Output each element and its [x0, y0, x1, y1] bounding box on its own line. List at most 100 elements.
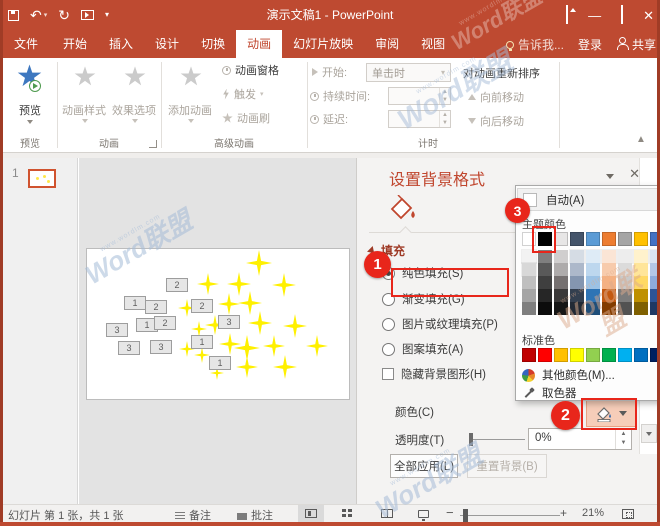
animation-order-tag[interactable]: 3	[150, 340, 172, 354]
theme-variant-swatch[interactable]	[602, 276, 616, 289]
standard-color-swatch[interactable]	[554, 348, 568, 362]
share-button[interactable]: 共享	[616, 36, 656, 53]
star-shape[interactable]	[283, 314, 307, 338]
theme-variant-swatch[interactable]	[538, 289, 552, 302]
theme-variant-swatch[interactable]	[602, 250, 616, 263]
spinner-icons[interactable]: ▲▼	[615, 429, 631, 449]
animation-styles-button[interactable]: 动画样式	[62, 102, 106, 118]
move-earlier-button[interactable]: 向前移动	[468, 89, 524, 105]
star-shape[interactable]	[227, 272, 251, 296]
animation-order-tag[interactable]: 3	[118, 341, 140, 355]
star-shape[interactable]	[194, 347, 210, 363]
animation-order-tag[interactable]: 1	[191, 335, 213, 349]
duration-input[interactable]: ▲▼	[388, 87, 451, 105]
star-shape[interactable]	[236, 356, 258, 378]
dialog-launcher-icon[interactable]	[149, 140, 157, 148]
theme-color-swatch[interactable]	[570, 232, 584, 246]
theme-variant-swatch[interactable]	[570, 289, 584, 302]
theme-variant-swatch[interactable]	[618, 302, 632, 315]
option-pattern-fill[interactable]: 图案填充(A)	[382, 341, 463, 357]
maximize-icon[interactable]	[621, 6, 623, 24]
animation-order-tag[interactable]: 1	[124, 296, 146, 310]
comments-button[interactable]: 批注	[237, 507, 273, 523]
theme-variant-swatch[interactable]	[554, 302, 568, 315]
theme-variant-swatch[interactable]	[522, 289, 536, 302]
animation-pane-button[interactable]: 动画窗格	[222, 62, 279, 78]
zoom-level[interactable]: 21%	[582, 507, 604, 519]
theme-variant-swatch[interactable]	[522, 302, 536, 315]
normal-view-button[interactable]	[298, 505, 324, 522]
transparency-input[interactable]: 0% ▲▼	[528, 428, 632, 450]
animation-order-tag[interactable]: 1	[209, 356, 231, 370]
tab-insert[interactable]: 插入	[98, 30, 144, 58]
preview-button[interactable]: 预览	[19, 102, 41, 118]
zoom-in-icon[interactable]: +	[560, 506, 567, 520]
theme-variant-swatch[interactable]	[570, 250, 584, 263]
theme-variant-swatch[interactable]	[554, 250, 568, 263]
theme-variant-swatch[interactable]	[554, 289, 568, 302]
star-shape[interactable]	[197, 273, 219, 295]
star-shape[interactable]	[248, 311, 272, 335]
fit-to-window-button[interactable]	[615, 505, 641, 522]
option-hide-background[interactable]: 隐藏背景图形(H)	[382, 366, 486, 382]
star-shape[interactable]	[272, 273, 296, 297]
slide-sorter-button[interactable]	[334, 505, 360, 522]
theme-variant-swatch[interactable]	[522, 263, 536, 276]
theme-variant-swatch[interactable]	[618, 263, 632, 276]
theme-variant-swatch[interactable]	[554, 276, 568, 289]
preview-dropdown-caret[interactable]	[27, 120, 33, 124]
tab-design[interactable]: 设计	[144, 30, 190, 58]
animation-painter-button[interactable]: 动画刷	[222, 110, 270, 126]
trigger-button[interactable]: 触发▾	[222, 86, 264, 102]
star-shape[interactable]	[306, 335, 328, 357]
animation-order-tag[interactable]: 2	[166, 278, 188, 292]
star-shape[interactable]	[263, 335, 285, 357]
animation-order-tag[interactable]: 2	[145, 300, 167, 314]
theme-color-swatch[interactable]	[634, 232, 648, 246]
theme-variant-swatch[interactable]	[554, 263, 568, 276]
theme-variant-swatch[interactable]	[586, 289, 600, 302]
animation-order-tag[interactable]: 2	[154, 316, 176, 330]
zoom-slider[interactable]	[460, 515, 560, 516]
tab-slideshow[interactable]: 幻灯片放映	[282, 30, 364, 58]
tab-view[interactable]: 视图	[410, 30, 456, 58]
theme-variant-swatch[interactable]	[634, 250, 648, 263]
standard-color-swatch[interactable]	[570, 348, 584, 362]
theme-variant-swatch[interactable]	[634, 276, 648, 289]
minimize-icon[interactable]: —	[588, 9, 601, 22]
star-shape[interactable]	[273, 355, 297, 379]
scroll-down-icon[interactable]	[641, 424, 657, 443]
zoom-out-icon[interactable]: −	[446, 505, 454, 520]
tell-me-box[interactable]: 告诉我...	[506, 36, 564, 53]
reset-background-button[interactable]: 重置背景(B)	[467, 454, 547, 478]
animation-order-tag[interactable]: 3	[218, 315, 240, 329]
star-shape[interactable]	[246, 250, 272, 276]
pane-close-icon[interactable]: ✕	[629, 166, 640, 182]
theme-variant-swatch[interactable]	[570, 263, 584, 276]
theme-variant-swatch[interactable]	[586, 302, 600, 315]
slide-thumbnail[interactable]	[28, 169, 56, 188]
theme-variant-swatch[interactable]	[570, 276, 584, 289]
theme-variant-swatch[interactable]	[602, 289, 616, 302]
standard-color-swatch[interactable]	[522, 348, 536, 362]
theme-variant-swatch[interactable]	[586, 250, 600, 263]
theme-variant-swatch[interactable]	[586, 263, 600, 276]
theme-color-swatch[interactable]	[586, 232, 600, 246]
theme-variant-swatch[interactable]	[618, 289, 632, 302]
add-animation-button[interactable]: 添加动画	[168, 102, 212, 118]
pane-options-caret-icon[interactable]	[606, 174, 614, 179]
standard-color-swatch[interactable]	[634, 348, 648, 362]
ribbon-display-options-icon[interactable]	[566, 6, 568, 24]
theme-variant-swatch[interactable]	[618, 276, 632, 289]
theme-variant-swatch[interactable]	[634, 263, 648, 276]
option-picture-fill[interactable]: 图片或纹理填充(P)	[382, 316, 498, 332]
theme-variant-swatch[interactable]	[586, 276, 600, 289]
theme-variant-swatch[interactable]	[634, 302, 648, 315]
collapse-ribbon-icon[interactable]: ▲	[636, 134, 646, 145]
slideshow-view-button[interactable]	[410, 505, 436, 522]
animation-order-tag[interactable]: 3	[106, 323, 128, 337]
star-shape[interactable]	[238, 291, 262, 315]
close-icon[interactable]: ✕	[643, 9, 654, 22]
theme-color-swatch[interactable]	[602, 232, 616, 246]
standard-color-swatch[interactable]	[586, 348, 600, 362]
